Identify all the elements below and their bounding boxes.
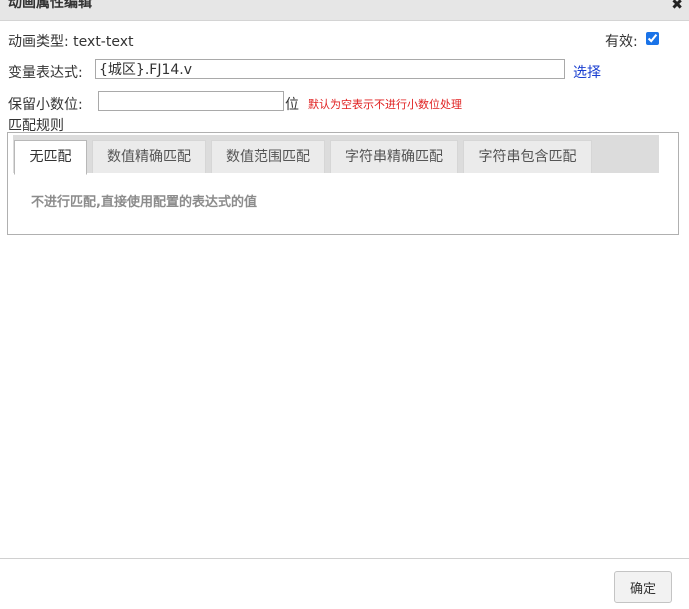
valid-checkbox[interactable]	[646, 32, 659, 45]
decimal-input[interactable]	[98, 91, 284, 111]
decimal-unit: 位	[285, 97, 299, 113]
anim-type-value: text-text	[73, 34, 134, 50]
tab-no-match[interactable]: 无匹配	[14, 140, 87, 175]
valid-row: 有效:	[605, 31, 659, 51]
decimal-hint: 默认为空表示不进行小数位处理	[308, 98, 462, 111]
dialog-titlebar: 动画属性编辑 ✖	[0, 0, 689, 21]
anim-type-label: 动画类型:	[8, 34, 69, 50]
anim-type-row: 动画类型: text-text	[8, 31, 134, 51]
expr-label: 变量表达式:	[8, 65, 83, 81]
tab-string-exact[interactable]: 字符串精确匹配	[330, 140, 458, 173]
expr-input[interactable]	[95, 59, 565, 79]
dialog-title: 动画属性编辑	[8, 0, 92, 11]
tab-number-exact[interactable]: 数值精确匹配	[92, 140, 206, 173]
ok-button[interactable]: 确定	[614, 571, 672, 603]
tab-number-range[interactable]: 数值范围匹配	[211, 140, 325, 173]
valid-label: 有效:	[605, 34, 638, 50]
match-description: 不进行匹配,直接使用配置的表达式的值	[31, 195, 257, 210]
dialog-footer: 确定	[0, 558, 689, 609]
close-icon[interactable]: ✖	[671, 0, 683, 15]
select-link[interactable]: 选择	[573, 62, 601, 82]
tab-string-contains[interactable]: 字符串包含匹配	[463, 140, 592, 173]
match-tab-bar: 无匹配 数值精确匹配 数值范围匹配 字符串精确匹配 字符串包含匹配	[13, 135, 659, 175]
match-rule-panel: 无匹配 数值精确匹配 数值范围匹配 字符串精确匹配 字符串包含匹配 不进行匹配,…	[7, 132, 679, 235]
decimal-label: 保留小数位:	[8, 97, 83, 113]
